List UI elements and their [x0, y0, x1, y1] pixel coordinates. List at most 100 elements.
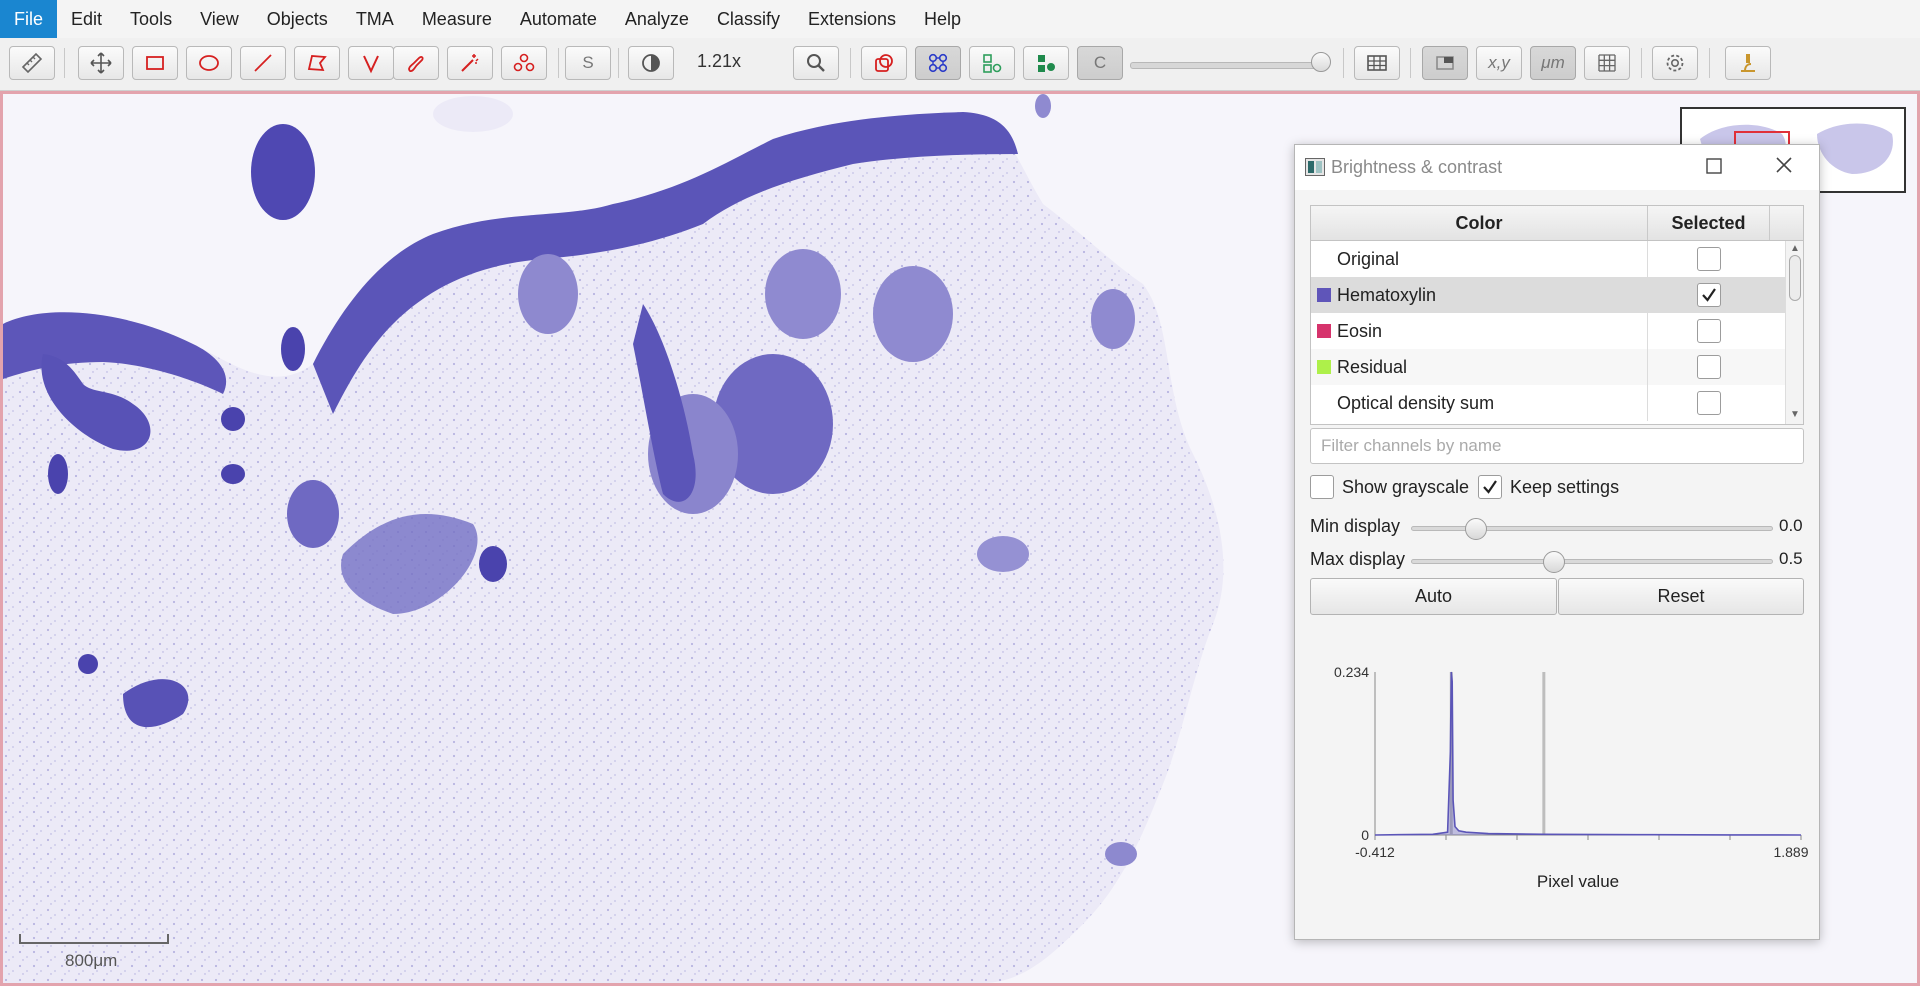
dialog-title-bar[interactable]: Brightness & contrast: [1295, 145, 1819, 190]
show-grayscale-option[interactable]: Show grayscale: [1310, 473, 1469, 501]
reset-button[interactable]: Reset: [1558, 578, 1804, 615]
ellipse-icon: [199, 55, 219, 71]
close-icon[interactable]: [1774, 155, 1794, 175]
histogram-chart[interactable]: 0.234 0-0.412 1.889 Pixel value: [1295, 625, 1821, 925]
microscope-icon: [1741, 54, 1755, 72]
menu-file[interactable]: File: [0, 0, 58, 38]
points-tool-button[interactable]: [501, 46, 547, 80]
menu-tools[interactable]: Tools: [116, 0, 186, 38]
table-scrollbar[interactable]: ▲ ▼: [1785, 241, 1803, 424]
dialog-title: Brightness & contrast: [1331, 157, 1503, 177]
scroll-up-icon[interactable]: ▲: [1790, 243, 1800, 254]
line-tool-button[interactable]: [240, 46, 286, 80]
show-connections-button[interactable]: C: [1077, 46, 1123, 80]
show-overview-button[interactable]: [1422, 46, 1468, 80]
brightness-contrast-dialog: Brightness & contrast Color Selected Ori…: [1294, 144, 1820, 940]
menu-help[interactable]: Help: [910, 0, 975, 38]
show-location-button[interactable]: x,y: [1476, 46, 1522, 80]
show-tma-grid-button[interactable]: [915, 46, 961, 80]
channel-name: Eosin: [1337, 321, 1383, 341]
max-display-thumb[interactable]: [1543, 551, 1566, 573]
keep-settings-option[interactable]: Keep settings: [1478, 473, 1619, 501]
table-row[interactable]: Eosin: [1311, 313, 1785, 349]
connections-label: C: [1093, 53, 1107, 72]
scroll-down-icon[interactable]: ▼: [1790, 409, 1800, 420]
magnifier-icon: [807, 54, 825, 72]
max-display-slider[interactable]: [1411, 559, 1773, 564]
y-tick-label-max: 0.234: [1334, 664, 1369, 680]
menu-extensions[interactable]: Extensions: [794, 0, 910, 38]
max-display-value: 0.5: [1779, 549, 1803, 568]
scale-bar: [19, 934, 169, 944]
channel-selected-checkbox[interactable]: [1697, 247, 1721, 271]
min-display-label: Min display: [1310, 516, 1401, 536]
polyline-tool-button[interactable]: [348, 46, 394, 80]
y-tick-label-min: 0: [1361, 827, 1369, 843]
line-icon: [254, 54, 272, 72]
show-detections-button[interactable]: [969, 46, 1015, 80]
microscope-button[interactable]: [1725, 46, 1771, 80]
table-row[interactable]: Optical density sum: [1311, 385, 1785, 421]
fill-detections-icon: [1038, 55, 1055, 72]
table-row[interactable]: Hematoxylin: [1311, 277, 1785, 313]
x-tick-label-max: 1.889: [1773, 844, 1808, 860]
zoom-level: 1.21x: [697, 51, 742, 71]
channel-name: Residual: [1337, 357, 1408, 377]
contrast-icon: [642, 54, 660, 72]
channel-name: Optical density sum: [1337, 393, 1495, 413]
channel-selected-checkbox[interactable]: [1697, 355, 1721, 379]
brightness-contrast-button[interactable]: [628, 46, 674, 80]
maximize-icon[interactable]: [1705, 157, 1723, 175]
fill-detections-button[interactable]: [1023, 46, 1069, 80]
ruler-tool-button[interactable]: [9, 46, 55, 80]
menu-automate[interactable]: Automate: [506, 0, 611, 38]
scale-bar-label: 800μm: [65, 951, 118, 970]
table-header: Color Selected: [1311, 206, 1803, 241]
x-axis-title: Pixel value: [1537, 872, 1619, 891]
channel-selected-checkbox[interactable]: [1697, 319, 1721, 343]
annotations-icon: [875, 54, 893, 72]
filter-channels-input[interactable]: [1310, 428, 1804, 464]
scroll-thumb[interactable]: [1789, 255, 1801, 301]
ellipse-tool-button[interactable]: [186, 46, 232, 80]
menu-analyze[interactable]: Analyze: [611, 0, 703, 38]
selection-mode-label: S: [582, 53, 594, 72]
keep-settings-checkbox[interactable]: [1478, 475, 1502, 499]
menu-edit[interactable]: Edit: [57, 0, 116, 38]
rectangle-tool-button[interactable]: [132, 46, 178, 80]
show-annotations-button[interactable]: [861, 46, 907, 80]
opacity-slider-track[interactable]: [1130, 62, 1328, 69]
column-header-color[interactable]: Color: [1311, 206, 1648, 240]
polygon-tool-button[interactable]: [294, 46, 340, 80]
toolbar: S 1.21x C x,y μm: [0, 38, 1920, 91]
selection-mode-button[interactable]: S: [565, 46, 611, 80]
opacity-slider-thumb[interactable]: [1311, 52, 1331, 72]
wand-tool-button[interactable]: [447, 46, 493, 80]
table-row[interactable]: Original: [1311, 241, 1785, 277]
measurement-table-button[interactable]: [1354, 46, 1400, 80]
show-pixel-grid-button[interactable]: [1584, 46, 1630, 80]
menu-view[interactable]: View: [186, 0, 253, 38]
min-display-thumb[interactable]: [1464, 518, 1487, 540]
show-grayscale-checkbox[interactable]: [1310, 475, 1334, 499]
points-icon: [513, 53, 535, 72]
show-scalebar-button[interactable]: μm: [1530, 46, 1576, 80]
menu-tma[interactable]: TMA: [342, 0, 408, 38]
auto-button[interactable]: Auto: [1310, 578, 1557, 615]
menu-measure[interactable]: Measure: [408, 0, 506, 38]
move-tool-button[interactable]: [78, 46, 124, 80]
channel-table: Color Selected Original Hematoxylin Eosin R…: [1310, 205, 1804, 425]
brush-tool-button[interactable]: [393, 46, 439, 80]
channel-name: Hematoxylin: [1337, 285, 1437, 305]
zoom-to-fit-button[interactable]: [793, 46, 839, 80]
menu-objects[interactable]: Objects: [253, 0, 342, 38]
histogram-area: [1375, 672, 1801, 835]
menu-bar: File Edit Tools View Objects TMA Measure…: [0, 0, 1920, 39]
channel-selected-checkbox[interactable]: [1697, 283, 1721, 307]
channel-selected-checkbox[interactable]: [1697, 391, 1721, 415]
preferences-button[interactable]: [1652, 46, 1698, 80]
table-row[interactable]: Residual: [1311, 349, 1785, 385]
column-header-selected[interactable]: Selected: [1648, 206, 1770, 240]
menu-classify[interactable]: Classify: [703, 0, 794, 38]
detections-icon: [983, 54, 1002, 73]
